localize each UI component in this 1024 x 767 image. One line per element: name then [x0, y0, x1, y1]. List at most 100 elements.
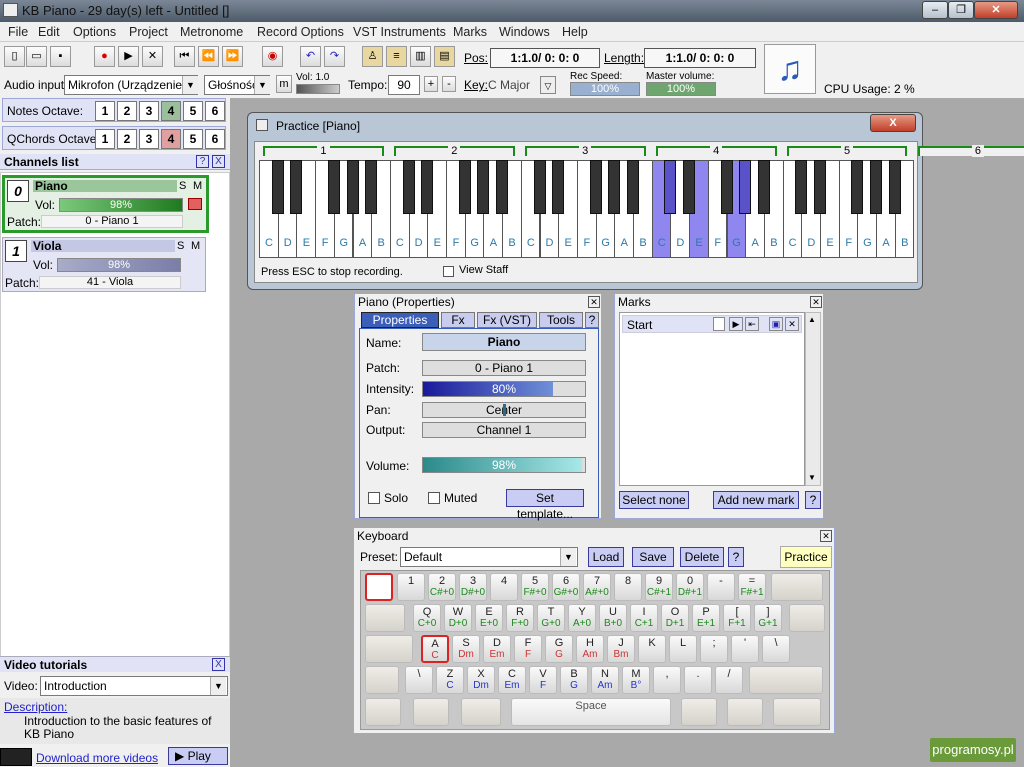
tab-properties[interactable]: Properties	[361, 312, 439, 328]
black-key[interactable]	[720, 160, 733, 214]
space-key[interactable]: Space	[511, 698, 671, 726]
key[interactable]: N Am	[591, 666, 619, 694]
key[interactable]: ;	[700, 635, 728, 663]
tab-help[interactable]: ?	[585, 312, 599, 328]
black-key[interactable]	[290, 160, 303, 214]
black-key[interactable]	[870, 160, 883, 214]
key[interactable]: J Bm	[607, 635, 635, 663]
tempo-plus-button[interactable]: +	[424, 76, 438, 92]
save-button[interactable]: Save	[632, 547, 674, 567]
black-key[interactable]	[402, 160, 415, 214]
key-tilde[interactable]	[365, 573, 393, 601]
right-shift-key[interactable]	[749, 666, 823, 694]
black-key[interactable]	[888, 160, 901, 214]
channel-volume-bar[interactable]: 98%	[59, 198, 183, 212]
menu-help[interactable]: Help	[562, 25, 588, 39]
key[interactable]: P E+1	[692, 604, 720, 632]
intensity-slider[interactable]: 80%	[422, 381, 586, 397]
backspace-key[interactable]	[771, 573, 823, 601]
play-icon[interactable]: ▶	[729, 317, 743, 331]
key[interactable]: 7 A#+0	[583, 573, 611, 601]
key[interactable]: -	[707, 573, 735, 601]
qchords-octave-1[interactable]: 1	[95, 129, 115, 149]
black-key[interactable]	[589, 160, 602, 214]
qchords-octave-5[interactable]: 5	[183, 129, 203, 149]
key[interactable]: VF	[529, 666, 557, 694]
key[interactable]: ,	[653, 666, 681, 694]
audio-input-select[interactable]: Mikrofon (Urządzenie zg	[64, 75, 198, 95]
qchords-octave-2[interactable]: 2	[117, 129, 137, 149]
channel-patch[interactable]: 0 - Piano 1	[41, 215, 183, 228]
menu-options[interactable]: Options	[73, 25, 116, 39]
computer-keyboard[interactable]: 1 2 C#+0 3 D#+0 4 5 F#+0 6 G#+0 7 A#+0 8 9 C#+1 0 D#+1- =…	[360, 570, 830, 730]
key[interactable]: T G+0	[537, 604, 565, 632]
play-icon[interactable]: ▶	[118, 46, 139, 67]
key[interactable]: 6 G#+0	[552, 573, 580, 601]
rewind-icon[interactable]: ⏪	[198, 46, 219, 67]
set-template-button[interactable]: Set template...	[506, 489, 584, 521]
video-close-button[interactable]: X	[212, 658, 225, 671]
notes-octave-6[interactable]: 6	[205, 101, 225, 121]
key[interactable]: 4	[490, 573, 518, 601]
key[interactable]: GG	[545, 635, 573, 663]
key[interactable]: K	[638, 635, 666, 663]
key[interactable]: S Dm	[452, 635, 480, 663]
menu-windows[interactable]: Windows	[499, 25, 550, 39]
tempo-input[interactable]: 90	[388, 75, 420, 95]
practice-close-button[interactable]: X	[870, 114, 916, 132]
key[interactable]: Q C+0	[413, 604, 441, 632]
scroll-down-icon[interactable]: ▼	[808, 473, 816, 482]
minimize-button[interactable]: –	[922, 1, 948, 19]
solo-button[interactable]: S	[177, 240, 184, 252]
tab-key[interactable]	[365, 604, 405, 632]
solo-button[interactable]: S	[179, 180, 186, 192]
piano-view-icon[interactable]: ▥	[410, 46, 431, 67]
notes-octave-2[interactable]: 2	[117, 101, 137, 121]
marks-help-button[interactable]: ?	[805, 491, 821, 509]
key[interactable]: Y A+0	[568, 604, 596, 632]
mark-color-swatch[interactable]	[713, 317, 725, 331]
new-file-icon[interactable]: ▯	[4, 46, 25, 67]
right-ctrl-key[interactable]	[773, 698, 821, 726]
redo-icon[interactable]: ↷	[324, 46, 345, 67]
mute-button[interactable]: M	[191, 240, 200, 252]
menu-vst-instruments[interactable]: VST Instruments	[353, 25, 446, 39]
menu-project[interactable]: Project	[129, 25, 168, 39]
video-select[interactable]: Introduction	[40, 676, 228, 696]
metronome-icon[interactable]: ◉	[262, 46, 283, 67]
download-videos-link[interactable]: Download more videos	[36, 751, 158, 765]
scroll-up-icon[interactable]: ▲	[808, 315, 816, 324]
qchords-octave-6[interactable]: 6	[205, 129, 225, 149]
chevron-down-icon[interactable]: ▼	[254, 76, 270, 94]
tempo-minus-button[interactable]: -	[442, 76, 456, 92]
channels-close-button[interactable]: X	[212, 155, 225, 168]
black-key[interactable]	[683, 160, 696, 214]
key[interactable]: [F+1	[723, 604, 751, 632]
key[interactable]: 1	[397, 573, 425, 601]
key[interactable]: .	[684, 666, 712, 694]
name-field[interactable]: Piano	[422, 333, 586, 351]
add-new-mark-button[interactable]: Add new mark	[713, 491, 799, 509]
volume-slider[interactable]: 98%	[422, 457, 586, 473]
alt-gr-key[interactable]	[681, 698, 717, 726]
play-video-button[interactable]: ▶ Play	[168, 747, 228, 765]
key[interactable]: R F+0	[506, 604, 534, 632]
master-volume-bar[interactable]: 100%	[646, 82, 716, 96]
save-disk-icon[interactable]: ▣	[769, 317, 783, 331]
key[interactable]: AC	[421, 635, 449, 663]
left-shift-key[interactable]	[365, 666, 399, 694]
black-key[interactable]	[757, 160, 770, 214]
key[interactable]: BG	[560, 666, 588, 694]
undo-icon[interactable]: ↶	[300, 46, 321, 67]
channel-item-piano[interactable]: 0 Piano S M Vol: 98% Patch: 0 - Piano 1	[2, 175, 209, 233]
pan-slider[interactable]: Center	[422, 402, 586, 418]
patch-field[interactable]: 0 - Piano 1	[422, 360, 586, 376]
preset-select[interactable]: Default	[400, 547, 578, 567]
key[interactable]: D Em	[483, 635, 511, 663]
black-key[interactable]	[814, 160, 826, 214]
notes-octave-3[interactable]: 3	[139, 101, 159, 121]
black-key[interactable]	[496, 160, 509, 214]
win-key[interactable]	[413, 698, 449, 726]
qchords-octave-4[interactable]: 4	[161, 129, 181, 149]
chevron-down-icon[interactable]: ▼	[182, 76, 198, 94]
